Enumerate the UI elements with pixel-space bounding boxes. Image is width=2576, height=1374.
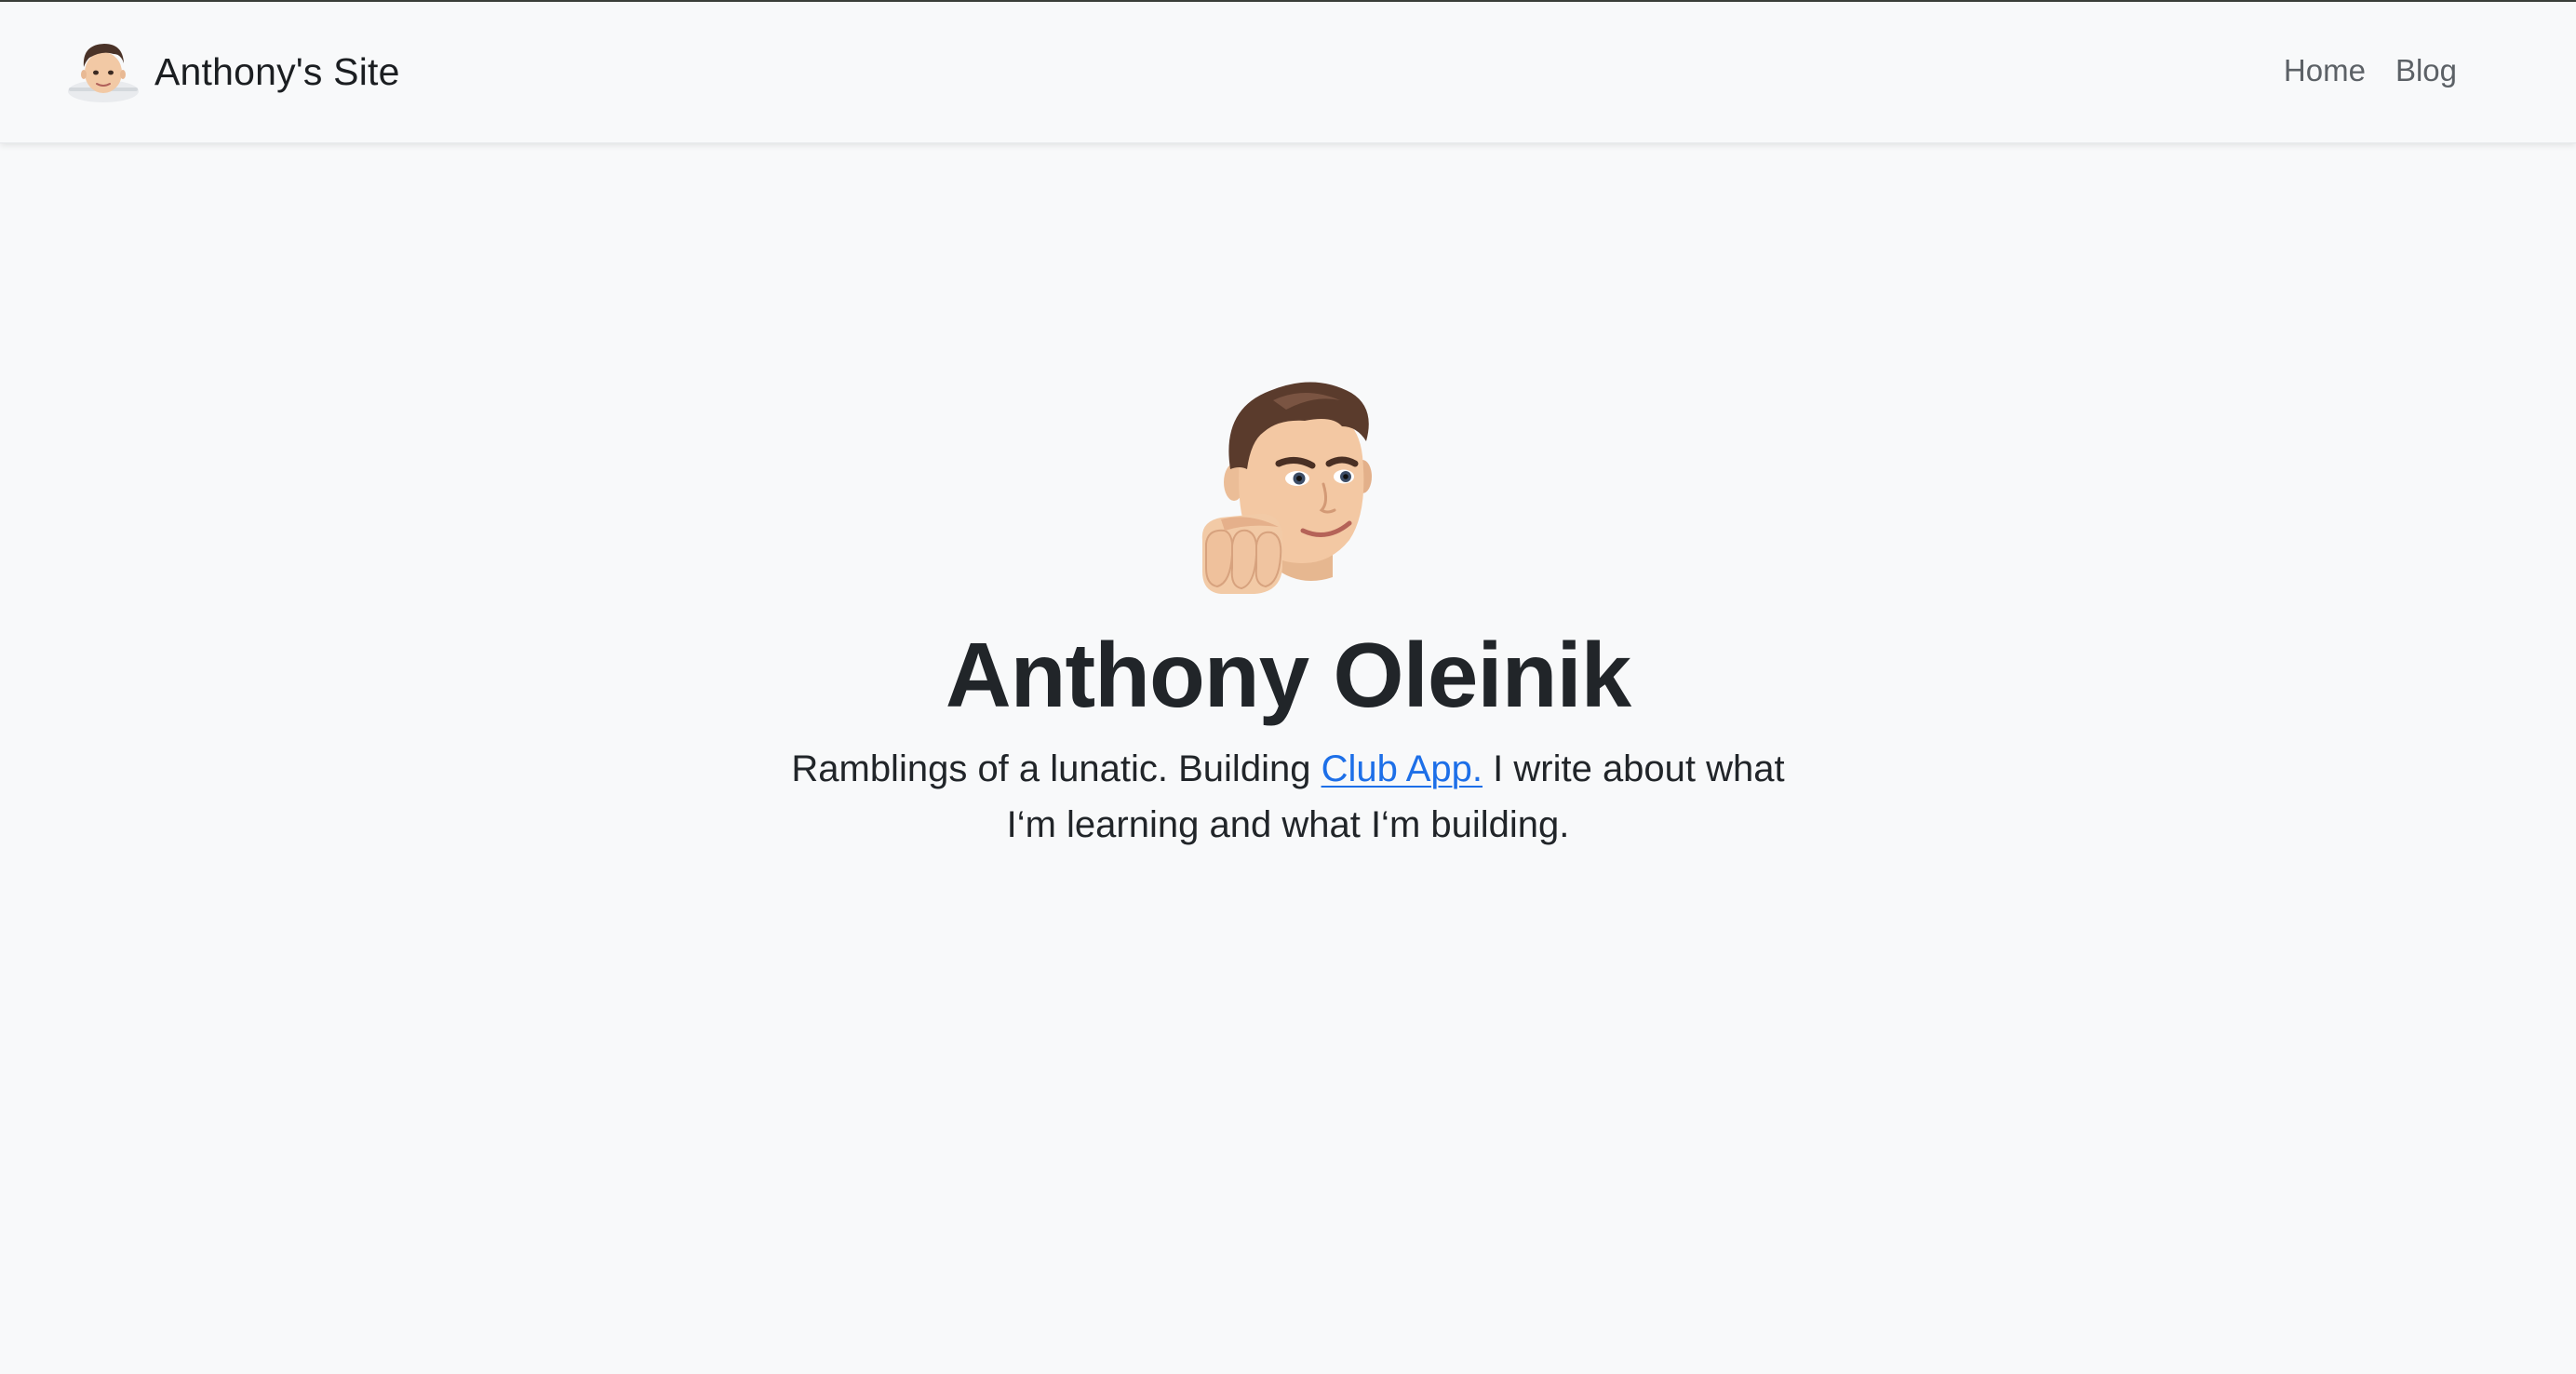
- navbar: Anthony's Site Home Blog: [0, 2, 2576, 143]
- nav-links: Home Blog: [2284, 52, 2457, 89]
- subtitle-text-before: Ramblings of a lunatic. Building: [791, 748, 1322, 789]
- brand-name: Anthony's Site: [154, 49, 400, 93]
- page-title: Anthony Oleinik: [945, 624, 1631, 726]
- nav-link-home[interactable]: Home: [2284, 52, 2366, 89]
- memoji-avatar-icon: [68, 44, 139, 102]
- nav-link-blog[interactable]: Blog: [2395, 52, 2457, 89]
- hero-subtitle: Ramblings of a lunatic. Building Club Ap…: [767, 741, 1809, 853]
- club-app-link[interactable]: Club App.: [1322, 748, 1483, 789]
- memoji-fist-bump-icon: [1201, 382, 1372, 594]
- brand-link[interactable]: Anthony's Site: [65, 35, 400, 108]
- hero-section: Anthony Oleinik Ramblings of a lunatic. …: [0, 372, 2576, 853]
